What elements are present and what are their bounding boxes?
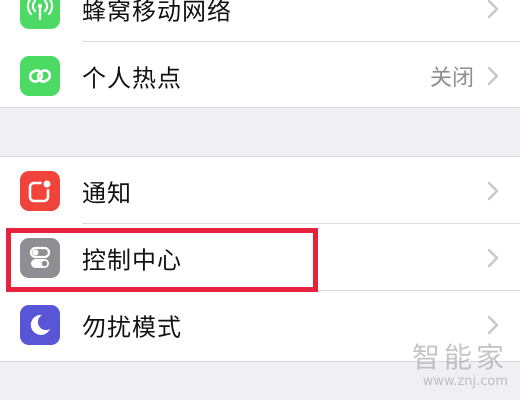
settings-group-network: 蜂窝移动网络 个人热点 关闭 — [0, 0, 520, 108]
settings-screen: 蜂窝移动网络 个人热点 关闭 通知 控制中心 勿扰模式 智能家 www.znj.… — [0, 0, 520, 400]
cellular-antenna-icon — [20, 0, 60, 29]
hotspot-status-value: 关闭 — [429, 65, 474, 91]
chevron-right-icon — [487, 248, 499, 267]
moon-icon — [20, 305, 60, 345]
settings-row-label: 蜂窝移动网络 — [82, 0, 232, 25]
settings-row-hotspot[interactable]: 个人热点 关闭 — [0, 42, 520, 109]
chevron-right-icon — [487, 315, 499, 334]
hotspot-link-icon — [20, 56, 60, 96]
annotation-highlight-box — [6, 228, 318, 292]
watermark-url: www.znj.com — [422, 374, 508, 389]
chevron-right-icon — [487, 0, 499, 18]
watermark-text: 智能家 — [411, 341, 508, 374]
settings-row-label: 个人热点 — [82, 64, 182, 92]
settings-row-notifications[interactable]: 通知 — [0, 157, 520, 224]
notifications-icon — [20, 171, 60, 211]
chevron-right-icon — [487, 66, 499, 85]
settings-row-label: 勿扰模式 — [82, 313, 182, 341]
site-watermark: 智能家 www.znj.com — [412, 336, 508, 389]
chevron-right-icon — [487, 181, 499, 200]
settings-row-cellular[interactable]: 蜂窝移动网络 — [0, 0, 520, 42]
settings-row-label: 通知 — [82, 179, 132, 207]
